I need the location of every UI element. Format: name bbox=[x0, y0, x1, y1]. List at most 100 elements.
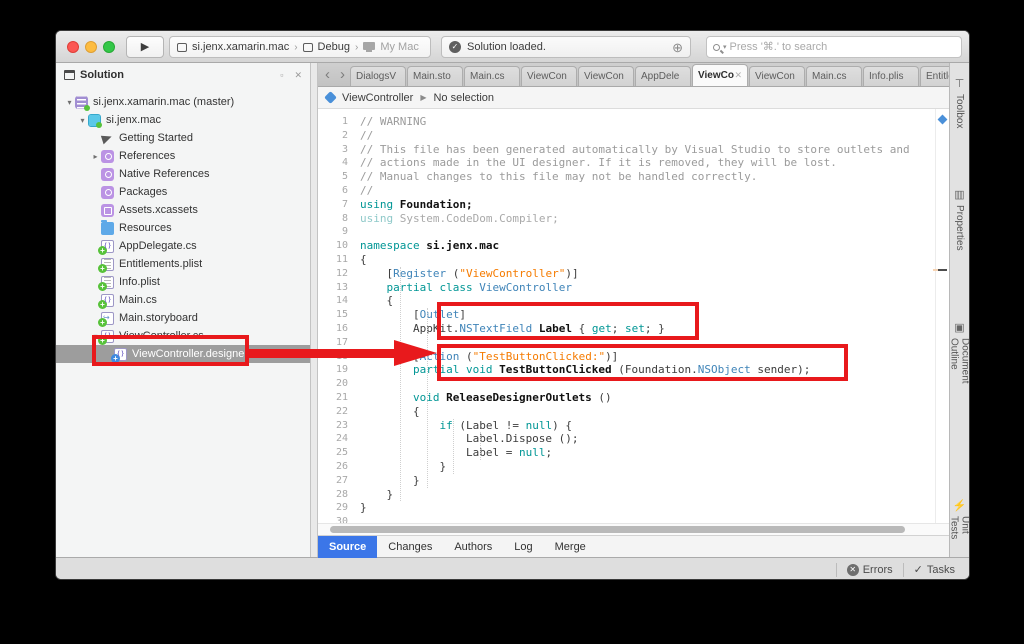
view-tab-merge[interactable]: Merge bbox=[544, 536, 597, 558]
tab-main-cs[interactable]: Main.cs bbox=[464, 66, 520, 86]
line-number[interactable]: 10 bbox=[318, 239, 360, 253]
chevron-down-icon[interactable]: ▾ bbox=[77, 116, 88, 125]
tree-item-main-storyboard[interactable]: +Main.storyboard bbox=[56, 309, 310, 327]
target-device[interactable]: My Mac bbox=[380, 41, 419, 53]
view-tab-changes[interactable]: Changes bbox=[377, 536, 443, 558]
code-line-11[interactable]: 11{ bbox=[318, 253, 935, 267]
code-line-6[interactable]: 6// bbox=[318, 184, 935, 198]
line-number[interactable]: 28 bbox=[318, 488, 360, 502]
horizontal-scrollbar[interactable] bbox=[318, 523, 949, 535]
line-number[interactable]: 24 bbox=[318, 432, 360, 446]
line-number[interactable]: 16 bbox=[318, 322, 360, 336]
build-target-selector[interactable]: si.jenx.xamarin.mac › Debug › My Mac bbox=[169, 36, 431, 58]
line-number[interactable]: 17 bbox=[318, 336, 360, 350]
tree-item-native-references[interactable]: Native References bbox=[56, 165, 310, 183]
target-configuration[interactable]: Debug bbox=[318, 41, 350, 53]
breadcrumb-selection[interactable]: No selection bbox=[433, 92, 494, 104]
tab-appdele[interactable]: AppDele bbox=[635, 66, 691, 86]
line-number[interactable]: 3 bbox=[318, 143, 360, 157]
overview-ruler[interactable] bbox=[935, 109, 949, 523]
tab-viewcon[interactable]: ViewCon bbox=[521, 66, 577, 86]
view-tab-authors[interactable]: Authors bbox=[443, 536, 503, 558]
code-line-30[interactable]: 30 bbox=[318, 515, 935, 523]
errors-button[interactable]: ✕ Errors bbox=[847, 564, 893, 576]
run-button[interactable]: ▶ bbox=[126, 36, 164, 58]
search-scope-caret-icon[interactable]: ▾ bbox=[723, 43, 727, 51]
nav-back-icon[interactable]: ‹ bbox=[320, 64, 335, 86]
tree-item-entitlements-plist[interactable]: +Entitlements.plist bbox=[56, 255, 310, 273]
code-line-24[interactable]: 24 Label.Dispose (); bbox=[318, 432, 935, 446]
code-line-5[interactable]: 5// Manual changes to this file may not … bbox=[318, 170, 935, 184]
chevron-right-icon[interactable]: ▸ bbox=[90, 152, 101, 161]
line-number[interactable]: 29 bbox=[318, 501, 360, 515]
dock-pad-icon[interactable]: ▫ bbox=[280, 70, 283, 80]
tree-item-si-jenx-xamarin-mac-master[interactable]: ▾si.jenx.xamarin.mac (master) bbox=[56, 93, 310, 111]
tab-main-cs[interactable]: Main.cs bbox=[806, 66, 862, 86]
chevron-down-icon[interactable]: ▾ bbox=[64, 98, 75, 107]
tasks-button[interactable]: ✓ Tasks bbox=[914, 563, 955, 576]
tree-item-references[interactable]: ▸References bbox=[56, 147, 310, 165]
search-input[interactable] bbox=[730, 41, 955, 53]
line-number[interactable]: 6 bbox=[318, 184, 360, 198]
tab-viewcon[interactable]: ViewCon bbox=[749, 66, 805, 86]
line-number[interactable]: 15 bbox=[318, 308, 360, 322]
code-line-28[interactable]: 28 } bbox=[318, 488, 935, 502]
tab-info-plis[interactable]: Info.plis bbox=[863, 66, 919, 86]
pad-splitter[interactable] bbox=[311, 63, 318, 557]
line-number[interactable]: 11 bbox=[318, 253, 360, 267]
tab-viewco[interactable]: ViewCo✕ bbox=[692, 64, 748, 86]
line-number[interactable]: 26 bbox=[318, 460, 360, 474]
pad-tab-unit-tests[interactable]: ⚡Unit Tests bbox=[949, 499, 971, 557]
line-number[interactable]: 21 bbox=[318, 391, 360, 405]
code-line-27[interactable]: 27 } bbox=[318, 474, 935, 488]
line-number[interactable]: 25 bbox=[318, 446, 360, 460]
line-number[interactable]: 7 bbox=[318, 198, 360, 212]
code-line-7[interactable]: 7using Foundation; bbox=[318, 198, 935, 212]
tree-item-main-cs[interactable]: +Main.cs bbox=[56, 291, 310, 309]
global-search[interactable]: ▾ bbox=[706, 36, 962, 58]
view-tab-log[interactable]: Log bbox=[503, 536, 543, 558]
quick-tasks-diamond-icon[interactable] bbox=[938, 115, 948, 125]
code-line-1[interactable]: 1// WARNING bbox=[318, 115, 935, 129]
line-number[interactable]: 5 bbox=[318, 170, 360, 184]
tab-main-sto[interactable]: Main.sto bbox=[407, 66, 463, 86]
tree-item-assets-xcassets[interactable]: Assets.xcassets bbox=[56, 201, 310, 219]
line-number[interactable]: 9 bbox=[318, 225, 360, 239]
code-line-12[interactable]: 12 [Register ("ViewController")] bbox=[318, 267, 935, 281]
line-number[interactable]: 30 bbox=[318, 515, 360, 523]
tab-viewcon[interactable]: ViewCon bbox=[578, 66, 634, 86]
close-window-button[interactable] bbox=[67, 41, 79, 53]
line-number[interactable]: 2 bbox=[318, 129, 360, 143]
code-line-8[interactable]: 8using System.CodeDom.Compiler; bbox=[318, 212, 935, 226]
tab-dialogsv[interactable]: DialogsV bbox=[350, 66, 406, 86]
tree-item-si-jenx-mac[interactable]: ▾si.jenx.mac bbox=[56, 111, 310, 129]
target-project[interactable]: si.jenx.xamarin.mac bbox=[192, 41, 289, 53]
line-number[interactable]: 1 bbox=[318, 115, 360, 129]
code-line-25[interactable]: 25 Label = null; bbox=[318, 446, 935, 460]
line-number[interactable]: 27 bbox=[318, 474, 360, 488]
zoom-window-button[interactable] bbox=[103, 41, 115, 53]
line-number[interactable]: 13 bbox=[318, 281, 360, 295]
status-expand-icon[interactable]: ⊕ bbox=[672, 41, 683, 54]
pad-tab-document-outline[interactable]: ▣Document Outline bbox=[949, 321, 971, 414]
minimize-window-button[interactable] bbox=[85, 41, 97, 53]
tree-item-resources[interactable]: Resources bbox=[56, 219, 310, 237]
code-line-2[interactable]: 2// bbox=[318, 129, 935, 143]
line-number[interactable]: 12 bbox=[318, 267, 360, 281]
breadcrumb-scope[interactable]: ViewController bbox=[342, 92, 413, 104]
pad-tab-properties[interactable]: ▥Properties bbox=[953, 188, 966, 251]
line-number[interactable]: 23 bbox=[318, 419, 360, 433]
code-line-13[interactable]: 13 partial class ViewController bbox=[318, 281, 935, 295]
code-line-26[interactable]: 26 } bbox=[318, 460, 935, 474]
code-line-29[interactable]: 29} bbox=[318, 501, 935, 515]
code-line-3[interactable]: 3// This file has been generated automat… bbox=[318, 143, 935, 157]
tree-item-packages[interactable]: Packages bbox=[56, 183, 310, 201]
line-number[interactable]: 19 bbox=[318, 363, 360, 377]
line-number[interactable]: 14 bbox=[318, 294, 360, 308]
tree-item-getting-started[interactable]: Getting Started bbox=[56, 129, 310, 147]
scrollbar-thumb[interactable] bbox=[330, 526, 905, 533]
code-line-21[interactable]: 21 void ReleaseDesignerOutlets () bbox=[318, 391, 935, 405]
close-pad-icon[interactable]: ✕ bbox=[294, 70, 302, 81]
nav-forward-icon[interactable]: › bbox=[335, 64, 350, 86]
line-number[interactable]: 22 bbox=[318, 405, 360, 419]
